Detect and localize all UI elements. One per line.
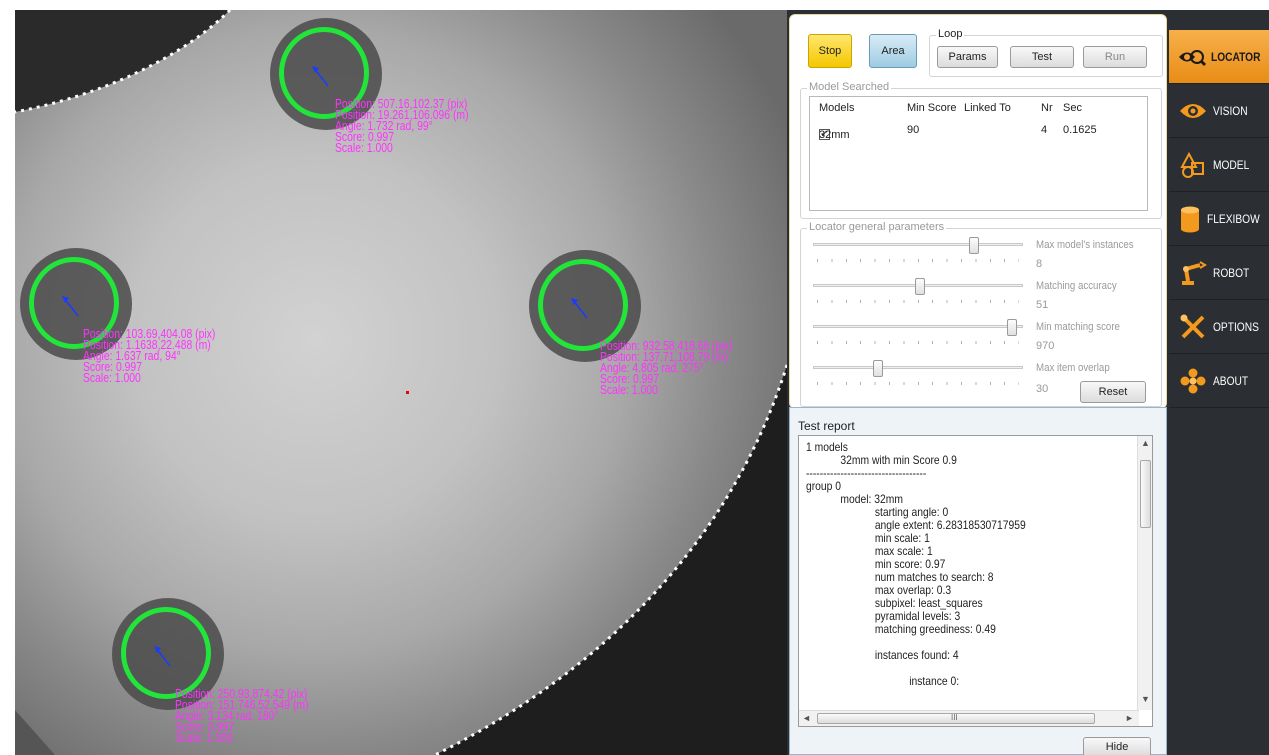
test-report-textbox[interactable]: 1 models 32mm with min Score 0.9 --------… [798,435,1153,727]
params-button[interactable]: Params [937,46,998,68]
detection-scale: Scale: 1.000 [83,370,141,385]
report-line: ----------------------------------- [806,466,927,480]
app-window: Position: 507.16,102.37 (pix) Position: 1… [0,0,1269,755]
max-item-overlap-label: Max item overlap [1036,362,1110,374]
locator-icon [1175,39,1209,75]
detection-scale: Scale: 1.000 [600,382,658,397]
image-center-marker [406,391,409,394]
hide-button[interactable]: Hide [1083,737,1151,755]
cylinder-icon [1175,201,1205,237]
detection-scale: Scale: 1.000 [335,140,393,155]
test-button[interactable]: Test [1010,46,1074,68]
slider-track [813,366,1023,369]
models-table: Models Min Score Linked To Nr Sec ✓ 32mm … [809,96,1148,211]
column-header-linked-to[interactable]: Linked To [964,102,1011,114]
report-line: matching greediness: 0.49 [806,622,996,636]
slider-ticks [817,300,1019,303]
nav-item-options[interactable]: OPTIONS [1169,300,1269,354]
nav-item-model[interactable]: MODEL [1169,138,1269,192]
slider-ticks [817,259,1019,262]
max-instances-slider[interactable] [813,236,1023,266]
nav-item-vision[interactable]: VISION [1169,84,1269,138]
max-instances-value: 8 [1036,258,1043,270]
run-button[interactable]: Run [1083,46,1147,68]
max-instances-label: Max model's instances [1036,239,1134,251]
test-report-panel: Test report 1 models 32mm with min Score… [789,407,1167,755]
report-line: instance 0: [806,674,960,688]
eye-icon [1175,93,1211,129]
nav-item-label: ABOUT [1213,373,1249,388]
nav-item-label: FLEXIBOW [1206,211,1260,226]
nav-item-about[interactable]: ABOUT [1169,354,1269,408]
vertical-scroll-thumb[interactable] [1140,460,1151,528]
min-score-cell: 90 [907,124,920,136]
locator-panel: Stop Area Loop Params Test Run Model Sea… [789,14,1167,409]
report-line: instances found: 4 [806,648,959,662]
sec-cell: 0.1625 [1063,124,1097,136]
tools-icon [1175,309,1211,345]
nav-item-label: LOCATOR [1210,49,1261,64]
matching-accuracy-label: Matching accuracy [1036,280,1117,292]
loop-group-title: Loop [936,28,965,40]
table-row[interactable]: ✓ 32mm 90 4 0.1625 [810,119,1147,141]
scroll-right-icon[interactable]: ► [1125,713,1134,723]
slider-track [813,243,1023,246]
scroll-up-icon[interactable]: ▲ [1141,438,1150,448]
test-report-title: Test report [798,419,855,433]
min-matching-score-slider[interactable] [813,318,1023,348]
reset-button[interactable]: Reset [1080,381,1146,403]
nav-item-label: OPTIONS [1213,319,1259,334]
nav-item-locator[interactable]: LOCATOR [1169,30,1269,84]
slider-ticks [817,382,1019,385]
camera-view[interactable]: Position: 507.16,102.37 (pix) Position: 1… [15,10,787,755]
nav-item-flexibow[interactable]: FLEXIBOW [1169,192,1269,246]
detection-text: Position: 932.58,418.66 (pix) Position: 1… [600,339,732,397]
area-button[interactable]: Area [869,34,917,68]
nav-item-label: ROBOT [1213,265,1250,280]
slider-track [813,325,1023,328]
matching-accuracy-value: 51 [1036,299,1049,311]
matching-accuracy-slider[interactable] [813,277,1023,307]
detection-scale: Scale: 1.000 [175,730,233,745]
detection-text: Position: 507.16,102.37 (pix) Position: 1… [335,97,469,155]
min-matching-score-label: Min matching score [1036,321,1120,333]
horizontal-scrollbar[interactable]: ◄ III ► [799,710,1139,726]
robot-arm-icon [1175,255,1211,291]
test-report-text: 1 models 32mm with min Score 0.9 --------… [806,441,1090,688]
slider-thumb[interactable] [873,360,883,377]
slider-ticks [817,341,1019,344]
min-matching-score-value: 970 [1036,340,1055,352]
nr-cell: 4 [1041,124,1048,136]
model-searched-title: Model Searched [807,81,892,93]
model-name: 32mm [819,129,850,141]
column-header-sec[interactable]: Sec [1063,102,1082,114]
nav-item-label: MODEL [1213,157,1250,172]
detection-text: Position: 103.69,404.08 (pix) Position: 1… [83,327,215,385]
column-header-models[interactable]: Models [819,102,854,114]
max-item-overlap-slider[interactable] [813,359,1023,389]
shapes-icon [1175,147,1211,183]
nav-item-label: VISION [1213,103,1248,118]
flower-icon [1175,363,1211,399]
slider-thumb[interactable] [1007,319,1017,336]
scroll-left-icon[interactable]: ◄ [802,713,811,723]
column-header-nr[interactable]: Nr [1041,102,1053,114]
main-navigation: LOCATOR VISION MODEL FLEXIBOW ROBOT OPTIONS AB… [1169,30,1269,408]
nav-item-robot[interactable]: ROBOT [1169,246,1269,300]
scroll-down-icon[interactable]: ▼ [1141,694,1150,704]
table-header: Models Min Score Linked To Nr Sec [810,97,1147,119]
horizontal-scroll-thumb[interactable]: III [817,713,1095,724]
stop-button[interactable]: Stop [808,34,852,68]
general-parameters-title: Locator general parameters [807,221,947,233]
slider-thumb[interactable] [915,278,925,295]
column-header-min-score[interactable]: Min Score [907,102,957,114]
scroll-grip: III [951,713,958,722]
vertical-scrollbar[interactable]: ▲ ▼ [1137,436,1152,710]
slider-thumb[interactable] [969,237,979,254]
detection-text: Position: 250.93,874.42 (pix) Position: 1… [175,687,309,745]
max-item-overlap-value: 30 [1036,383,1049,395]
